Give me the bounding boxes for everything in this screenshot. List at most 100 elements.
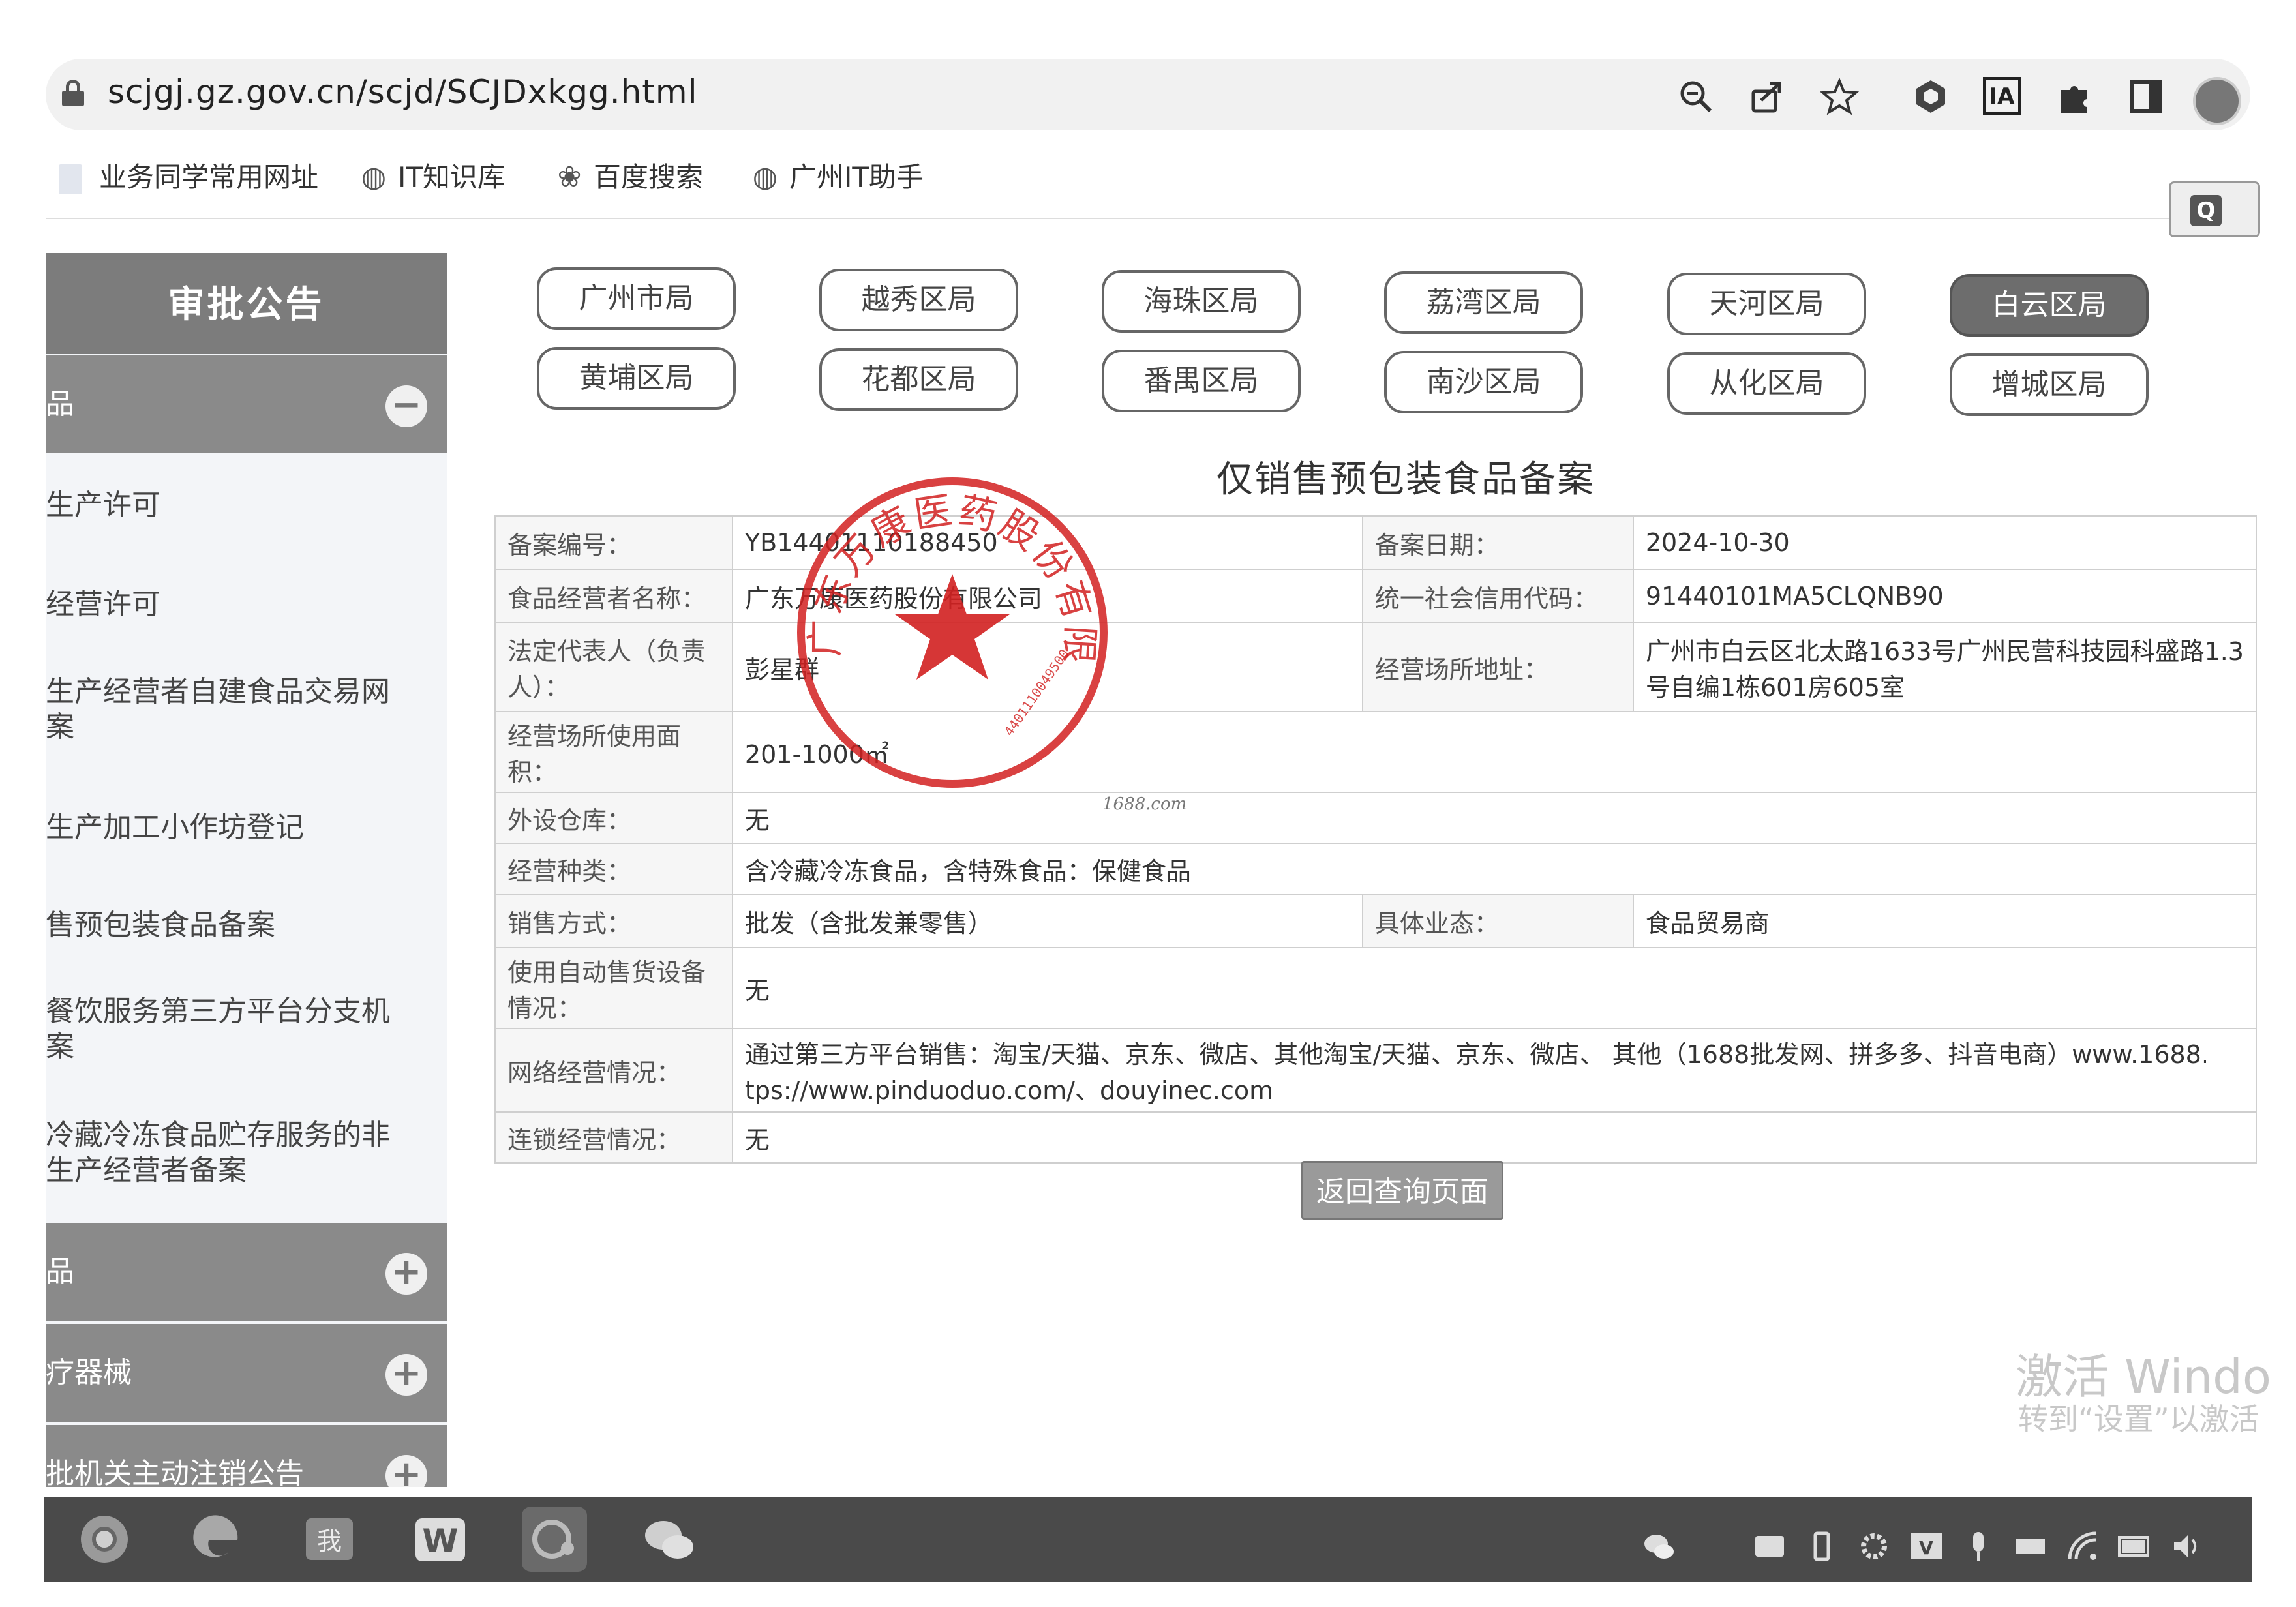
district-button[interactable]: 广州市局: [537, 267, 736, 330]
district-button[interactable]: 荔湾区局: [1384, 271, 1583, 334]
expand-icon[interactable]: +: [385, 1455, 427, 1487]
business-type-label: 具体业态：: [1361, 894, 1634, 948]
table-row: 经营场所使用面积： 201-1000㎡: [494, 711, 2258, 793]
battery-tray-icon[interactable]: [2117, 1528, 2153, 1565]
wechat-taskbar-icon[interactable]: [636, 1507, 701, 1572]
wechat-tray-icon[interactable]: [1640, 1528, 1677, 1565]
sidebar-group[interactable]: 批机关主动注销公告 +: [46, 1425, 447, 1487]
expand-icon[interactable]: +: [385, 1354, 427, 1396]
svg-text:W: W: [422, 1522, 458, 1560]
sales-mode-label: 销售方式：: [494, 894, 733, 948]
chrome-taskbar-icon[interactable]: [72, 1507, 137, 1572]
address-value: 广州市白云区北太路1633号广州民营科技园科盛路1.3 号自编1栋601房605…: [1632, 622, 2258, 712]
credit-code-label: 统一社会信用代码：: [1361, 569, 1634, 623]
sidebar-group[interactable]: 品 −: [46, 355, 447, 453]
table-row: 销售方式： 批发（含批发兼零售） 具体业态： 食品贸易商: [494, 894, 2258, 948]
network-tray-icon[interactable]: [2012, 1528, 2049, 1565]
sidebar-item-active[interactable]: 售预包装食品备案: [46, 908, 411, 943]
bookmark-item[interactable]: ◍ 广州IT助手: [750, 151, 924, 203]
table-row: 外设仓库： 无: [494, 792, 2258, 844]
vending-value: 无: [731, 947, 2258, 1029]
district-button[interactable]: 从化区局: [1667, 352, 1866, 415]
district-button[interactable]: 黄埔区局: [537, 347, 736, 410]
district-button[interactable]: 番禺区局: [1102, 350, 1301, 412]
sidebar-item[interactable]: 冷藏冷冻食品贮存服务的非生产经营者备案: [46, 1118, 398, 1188]
district-button[interactable]: 南沙区局: [1384, 351, 1583, 413]
star-icon[interactable]: [1819, 77, 1860, 116]
baidu-paw-icon: ❀: [557, 160, 582, 194]
activation-watermark-subtitle: 转到“设置”以激活: [2018, 1402, 2259, 1437]
table-row: 食品经营者名称： 广东万康医药股份有限公司 统一社会信用代码： 91440101…: [494, 569, 2258, 623]
area-label: 经营场所使用面积：: [494, 711, 733, 793]
sidebar-group[interactable]: 疗器械 +: [46, 1324, 447, 1422]
collapse-icon[interactable]: −: [385, 385, 427, 427]
filing-date-label: 备案日期：: [1361, 515, 1634, 570]
chain-label: 连锁经营情况：: [494, 1111, 733, 1164]
category-value: 含冷藏冷冻食品，含特殊食品：保健食品: [731, 843, 2258, 895]
chrome-divider: [46, 218, 2257, 219]
sidebar-title: 审批公告: [46, 253, 447, 354]
usb-tray-icon[interactable]: [1804, 1528, 1840, 1565]
chain-value: 无: [731, 1111, 2258, 1164]
gear-tray-icon[interactable]: [1856, 1528, 1892, 1565]
district-button[interactable]: 增城区局: [1950, 353, 2149, 416]
record-table: 备案编号： YB14401110188450 备案日期： 2024-10-30 …: [494, 515, 2258, 1164]
filing-no-label: 备案编号：: [494, 515, 733, 570]
share-icon[interactable]: [1748, 77, 1787, 116]
sidebar-item[interactable]: 餐饮服务第三方平台分支机案: [46, 994, 398, 1064]
legal-rep-label: 法定代表人（负责人）：: [494, 622, 733, 712]
credit-code-value: 91440101MA5CLQNB90: [1632, 569, 2258, 623]
sidebar-item[interactable]: 生产许可: [46, 488, 411, 523]
side-panel-button[interactable]: Q: [2169, 181, 2260, 237]
globe-icon: ◍: [361, 160, 387, 194]
district-button-active[interactable]: 白云区局: [1950, 274, 2149, 337]
lock-icon: [62, 80, 84, 106]
sales-mode-value: 批发（含批发兼零售）: [731, 894, 1363, 948]
volume-tray-icon[interactable]: [2169, 1528, 2205, 1565]
table-row: 使用自动售货设备情况： 无: [494, 947, 2258, 1029]
online-label: 网络经营情况：: [494, 1028, 733, 1113]
vpn-tray-icon[interactable]: V: [1908, 1528, 1944, 1565]
district-button[interactable]: 海珠区局: [1102, 270, 1301, 333]
zoom-icon[interactable]: [1676, 77, 1715, 116]
bookmark-item[interactable]: ❀ 百度搜索: [554, 151, 703, 203]
sidebar-group[interactable]: 品 +: [46, 1223, 447, 1321]
site-watermark: 1688.com: [1102, 794, 1187, 814]
table-row: 备案编号： YB14401110188450 备案日期： 2024-10-30: [494, 515, 2258, 570]
business-type-value: 食品贸易商: [1632, 894, 2258, 948]
warehouse-value: 无: [731, 792, 2258, 844]
extension-hex-icon[interactable]: [1911, 77, 1950, 116]
sidebar-item[interactable]: 生产经营者自建食品交易网案: [46, 674, 398, 745]
wps-taskbar-icon[interactable]: W: [408, 1507, 473, 1572]
url-text[interactable]: scjgj.gz.gov.cn/scjd/SCJDxkgg.html: [108, 73, 698, 111]
district-button[interactable]: 花都区局: [819, 348, 1018, 411]
browser-taskbar-icon[interactable]: [522, 1507, 587, 1572]
sidebar-item[interactable]: 生产加工小作坊登记: [46, 810, 411, 845]
ia-extension-icon[interactable]: IA: [1983, 77, 2021, 115]
page-title: 仅销售预包装食品备案: [1216, 458, 1595, 501]
svg-text:V: V: [1919, 1537, 1933, 1559]
wifi-tray-icon[interactable]: [2064, 1528, 2101, 1565]
expand-icon[interactable]: +: [385, 1253, 427, 1295]
sidebar-toggle-icon[interactable]: [2126, 77, 2166, 116]
microphone-tray-icon[interactable]: [1960, 1528, 1997, 1565]
operator-label: 食品经营者名称：: [494, 569, 733, 623]
vending-label: 使用自动售货设备情况：: [494, 947, 733, 1029]
table-row: 经营种类： 含冷藏冷冻食品，含特殊食品：保健食品: [494, 843, 2258, 895]
sidebar-item[interactable]: 经营许可: [46, 587, 411, 622]
district-button[interactable]: 天河区局: [1667, 273, 1866, 335]
company-seal: 广东万康医药股份有限公司 4401110049500: [789, 470, 1108, 788]
warehouse-label: 外设仓库：: [494, 792, 733, 844]
online-value: 通过第三方平台销售：淘宝/天猫、京东、微店、其他淘宝/天猫、京东、微店、 其他（…: [731, 1028, 2258, 1113]
bookmark-item[interactable]: 业务同学常用网址: [59, 151, 318, 203]
category-label: 经营种类：: [494, 843, 733, 895]
bookmark-item[interactable]: ◍ IT知识库: [359, 151, 505, 203]
keyboard-tray-icon[interactable]: [1751, 1528, 1788, 1565]
app-taskbar-icon[interactable]: 我: [297, 1507, 362, 1572]
page-icon: [59, 164, 82, 194]
puzzle-icon[interactable]: [2055, 77, 2094, 116]
district-button[interactable]: 越秀区局: [819, 269, 1018, 331]
return-query-button[interactable]: 返回查询页面: [1301, 1161, 1503, 1220]
edge-taskbar-icon[interactable]: [183, 1507, 248, 1572]
profile-avatar[interactable]: [2193, 77, 2241, 125]
